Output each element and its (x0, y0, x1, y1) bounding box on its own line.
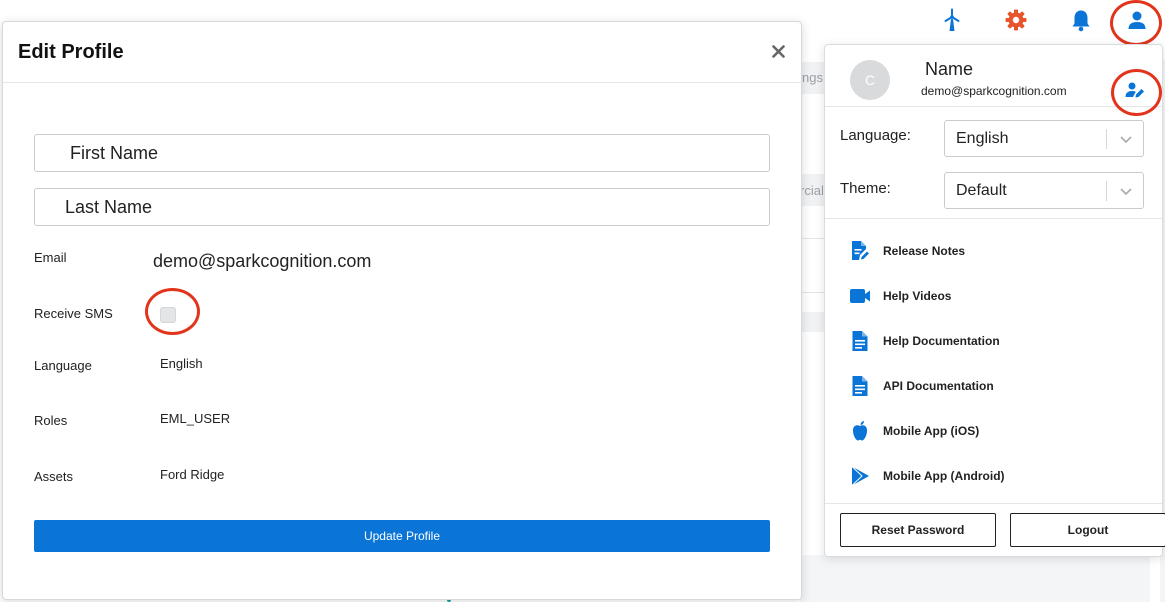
modal-title: Edit Profile (18, 41, 124, 63)
edit-profile-icon[interactable] (1123, 79, 1147, 101)
language-select-value: English (956, 130, 1009, 147)
help-videos-link[interactable]: Help Videos (849, 283, 951, 309)
language-select[interactable]: English (944, 120, 1144, 157)
mobile-app-android-link[interactable]: Mobile App (Android) (849, 463, 1005, 489)
update-profile-button[interactable]: Update Profile (34, 520, 770, 552)
edit-profile-modal: Edit Profile Email demo@sparkcognition.c… (2, 21, 802, 600)
language-label: Language (34, 358, 92, 373)
select-separator (1106, 129, 1107, 149)
api-documentation-link[interactable]: API Documentation (849, 373, 994, 399)
close-icon[interactable] (769, 42, 787, 60)
mobile-app-ios-label: Mobile App (iOS) (883, 424, 980, 438)
wind-turbine-icon[interactable] (936, 4, 968, 36)
theme-select[interactable]: Default (944, 172, 1144, 209)
sms-label: Receive SMS (34, 306, 113, 321)
assets-value: Ford Ridge (160, 467, 225, 482)
email-label: Email (34, 250, 67, 265)
chevron-down-icon (1118, 131, 1134, 147)
release-notes-link[interactable]: Release Notes (849, 238, 965, 264)
background-tab-fragment: ngs (802, 70, 823, 85)
document-icon (849, 330, 871, 352)
document-icon (849, 375, 871, 397)
background-divider (800, 238, 825, 239)
user-email: demo@sparkcognition.com (921, 84, 1067, 98)
user-menu-header: C Name demo@sparkcognition.com (825, 45, 1162, 107)
modal-header: Edit Profile (3, 22, 801, 83)
help-videos-label: Help Videos (883, 289, 952, 303)
select-separator (1106, 181, 1107, 201)
gear-icon[interactable] (1000, 4, 1032, 36)
help-documentation-link[interactable]: Help Documentation (849, 328, 1000, 354)
assets-label: Assets (34, 469, 74, 484)
logout-button[interactable]: Logout (1010, 513, 1165, 547)
last-name-input[interactable] (34, 188, 770, 226)
help-documentation-label: Help Documentation (883, 334, 1000, 348)
play-store-icon (849, 465, 871, 487)
video-camera-icon (849, 285, 871, 307)
bell-icon[interactable] (1065, 4, 1097, 36)
apple-icon (849, 420, 871, 442)
menu-divider (825, 218, 1162, 219)
release-notes-icon (849, 240, 871, 262)
roles-value: EML_USER (160, 411, 231, 426)
theme-select-value: Default (956, 182, 1007, 199)
background-column-fragment: rcial (800, 183, 824, 198)
user-icon[interactable] (1121, 4, 1153, 36)
background-content-panel (800, 555, 1150, 602)
menu-divider (825, 503, 1162, 504)
background-divider (800, 292, 825, 293)
theme-select-label: Theme: (840, 180, 891, 197)
user-name: Name (925, 59, 974, 79)
email-value: demo@sparkcognition.com (153, 251, 372, 271)
language-value: English (160, 356, 203, 371)
mobile-app-android-label: Mobile App (Android) (883, 469, 1005, 483)
mobile-app-ios-link[interactable]: Mobile App (iOS) (849, 418, 979, 444)
first-name-input[interactable] (34, 134, 770, 172)
chevron-down-icon (1118, 183, 1134, 199)
reset-password-button[interactable]: Reset Password (840, 513, 996, 547)
avatar: C (850, 60, 890, 100)
api-documentation-label: API Documentation (883, 379, 994, 393)
background-row-strip (800, 312, 825, 332)
release-notes-label: Release Notes (883, 244, 966, 258)
language-select-label: Language: (840, 127, 911, 144)
sms-checkbox[interactable] (160, 307, 176, 323)
roles-label: Roles (34, 413, 68, 428)
user-menu-dropdown: C Name demo@sparkcognition.com Language:… (824, 44, 1165, 557)
